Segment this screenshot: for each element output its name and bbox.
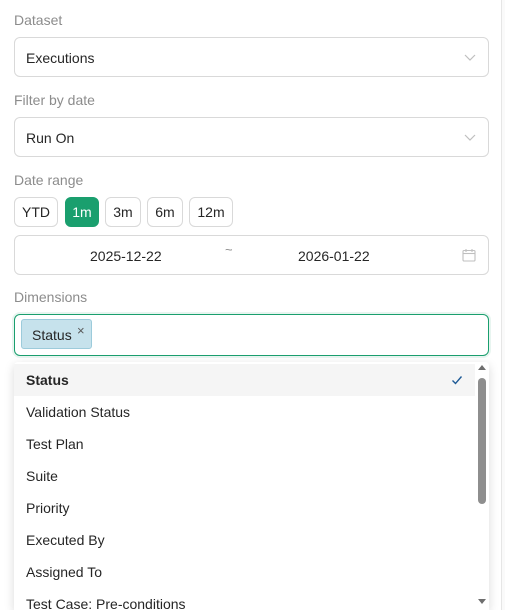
dataset-label: Dataset [14,12,63,28]
scroll-up-arrow-icon[interactable] [478,365,486,370]
dimensions-dropdown: Status Validation Status Test Plan Suite… [14,362,489,610]
range-button-3m[interactable]: 3m [105,197,141,227]
date-range-picker[interactable]: 2025-12-22 ~ 2026-01-22 [14,235,489,275]
tag-label: Status [32,327,72,343]
range-button-6m[interactable]: 6m [147,197,183,227]
option-label: Suite [26,468,58,484]
option-label: Priority [26,500,70,516]
dimensions-multiselect[interactable]: Status × [14,314,489,356]
close-icon[interactable]: × [77,324,85,338]
scrollbar-thumb[interactable] [478,378,486,504]
range-button-ytd[interactable]: YTD [14,197,58,227]
filter-by-date-value: Run On [26,130,75,146]
option-assigned-to[interactable]: Assigned To [14,556,475,588]
panel-right-edge [501,0,505,610]
chevron-down-icon [464,54,476,61]
calendar-icon [462,249,476,262]
dimensions-label: Dimensions [14,289,88,305]
option-test-case-preconditions[interactable]: Test Case: Pre-conditions [14,588,475,610]
range-button-1m[interactable]: 1m [65,197,99,227]
filter-by-date-select[interactable]: Run On [14,117,489,157]
start-date-input[interactable]: 2025-12-22 [90,248,162,264]
option-suite[interactable]: Suite [14,460,475,492]
option-executed-by[interactable]: Executed By [14,524,475,556]
option-label: Executed By [26,532,105,548]
selected-tag-status: Status × [21,319,92,349]
option-label: Validation Status [26,404,131,420]
option-label: Test Case: Pre-conditions [26,596,186,610]
range-button-12m[interactable]: 12m [189,197,233,227]
date-range-separator: ~ [225,242,233,257]
dropdown-scrollbar[interactable] [475,362,489,610]
chevron-down-icon [464,134,476,141]
filter-by-date-label: Filter by date [14,92,95,108]
option-label: Test Plan [26,436,84,452]
date-range-label: Date range [14,172,84,188]
dataset-value: Executions [26,50,95,66]
option-label: Status [26,372,69,388]
dataset-select[interactable]: Executions [14,37,489,77]
end-date-input[interactable]: 2026-01-22 [298,248,370,264]
scroll-down-arrow-icon[interactable] [478,599,486,604]
option-status[interactable]: Status [14,364,475,396]
option-priority[interactable]: Priority [14,492,475,524]
option-validation-status[interactable]: Validation Status [14,396,475,428]
option-test-plan[interactable]: Test Plan [14,428,475,460]
option-label: Assigned To [26,564,103,580]
checkmark-icon [452,376,463,385]
